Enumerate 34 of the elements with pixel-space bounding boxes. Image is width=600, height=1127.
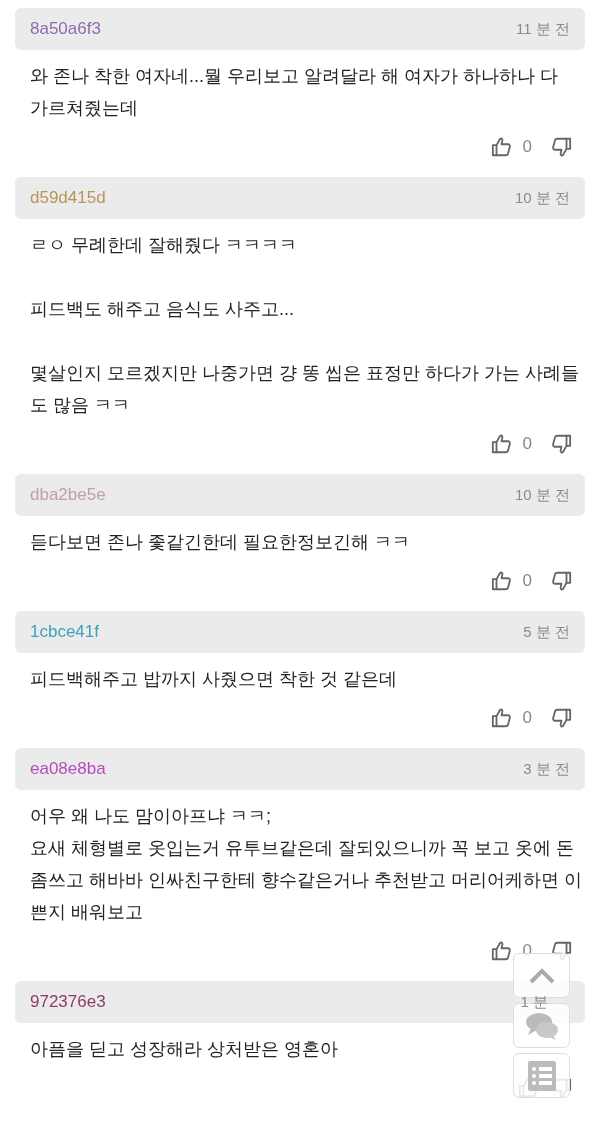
speech-bubbles-icon: [524, 1010, 559, 1041]
thumbs-up-icon[interactable]: [490, 433, 513, 455]
timestamp: 10 분 전: [514, 484, 570, 505]
username[interactable]: 972376e3: [30, 989, 106, 1015]
timestamp: 1 분: [520, 991, 548, 1012]
username[interactable]: 8a50a6f3: [30, 16, 101, 42]
thumbs-down-icon[interactable]: [550, 707, 572, 729]
username[interactable]: dba2be5e: [30, 482, 106, 508]
thumbs-up-icon[interactable]: [490, 940, 513, 962]
thumbs-down-icon[interactable]: [550, 570, 572, 592]
timestamp: 3 분 전: [523, 758, 570, 779]
username[interactable]: d59d415d: [30, 185, 106, 211]
timestamp: 11 분 전: [516, 18, 570, 39]
timestamp: 10 분 전: [514, 187, 570, 208]
like-count: 0: [522, 136, 532, 159]
comment-text: ㄹㅇ 무례한데 잘해줬다 ㅋㅋㅋㅋ 피드백도 해주고 음식도 사주고... 몇살인지 모르겠지만 나중가면 걍 똥 씹은 표정만 하다가 가는 사례들 도 많음 ㅋㅋ: [30, 234, 579, 417]
list-icon: [527, 1060, 556, 1091]
like-count: 0: [522, 570, 532, 593]
like-count: 0: [522, 707, 532, 730]
chevron-up-icon: [528, 967, 555, 984]
username[interactable]: ea08e8ba: [30, 756, 106, 782]
timestamp: 5 분 전: [523, 621, 570, 642]
comment-text: 피드백해주고 밥까지 사줬으면 착한 것 같은데: [30, 668, 397, 691]
thumbs-up-icon[interactable]: [490, 570, 513, 592]
comment-text: 와 존나 착한 여자네...뭘 우리보고 알려달라 해 여자가 하나하나 다 가르쳐줬는데: [30, 65, 558, 120]
like-count: 0: [522, 433, 532, 456]
comment-text: 아픔을 딛고 성장해라 상처받은 영혼아: [30, 1038, 338, 1061]
comment-text: 어우 왜 나도 맘이아프냐 ㅋㅋ; 요새 체형별로 옷입는거 유투브같은데 잘되있으니까 꼭 보고 옷에 돈 좀쓰고 해바바 인싸친구한테 향수같은거나 추천받고 머리어케하면 이 쁜지 배워보고: [30, 805, 582, 924]
thumbs-up-icon[interactable]: [490, 707, 513, 729]
thumbs-up-icon[interactable]: [490, 136, 513, 158]
thumbs-down-icon[interactable]: [550, 136, 572, 158]
comment-text: 듣다보면 존나 좇같긴한데 필요한정보긴해 ㅋㅋ: [30, 531, 410, 554]
username[interactable]: 1cbce41f: [30, 619, 99, 645]
thumbs-down-icon[interactable]: [550, 433, 572, 455]
